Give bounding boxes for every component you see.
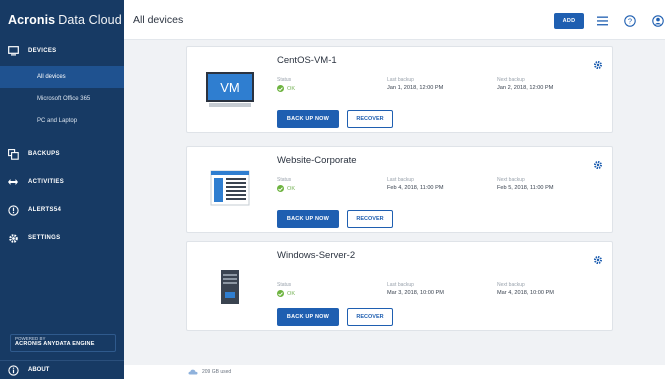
last-backup-label: Last backup — [387, 77, 414, 83]
device-name[interactable]: Windows-Server-2 — [277, 250, 355, 261]
status-label: Status — [277, 177, 292, 183]
next-backup-value: Mar 4, 2018, 10:00 PM — [497, 290, 554, 296]
device-name[interactable]: Website-Corporate — [277, 155, 357, 166]
devices-icon — [6, 44, 20, 58]
sidebar-item-label: ALERTS — [28, 207, 54, 213]
next-backup-label: Next backup — [497, 77, 525, 83]
sidebar-item-label: ABOUT — [28, 367, 50, 373]
sidebar: Acronis Data Cloud DEVICES All devices Mi… — [0, 0, 124, 379]
sidebar-subitem-all-devices[interactable]: All devices — [0, 66, 124, 88]
status-badge: OK — [277, 185, 295, 192]
list-view-icon[interactable] — [594, 13, 610, 29]
status-label: Status — [277, 282, 292, 288]
server-icon — [205, 268, 255, 306]
status-value: OK — [287, 290, 296, 297]
sidebar-item-devices[interactable]: DEVICES — [0, 40, 124, 62]
powered-by-badge: POWERED BY ACRONIS ANYDATA ENGINE — [10, 334, 116, 352]
activities-icon — [6, 175, 20, 189]
status-badge: OK — [277, 85, 295, 92]
recover-button[interactable]: RECOVER — [347, 308, 393, 326]
device-card: VM CentOS-VM-1 Status OK Last backup Jan… — [186, 46, 613, 133]
back-up-now-button[interactable]: BACK UP NOW — [277, 110, 339, 128]
storage-used: 209 GB used — [202, 369, 232, 375]
settings-icon — [6, 231, 20, 245]
help-icon[interactable]: ? — [622, 13, 638, 29]
back-up-now-button[interactable]: BACK UP NOW — [277, 210, 339, 228]
account-icon[interactable] — [650, 13, 665, 29]
website-icon — [205, 169, 255, 207]
last-backup-label: Last backup — [387, 177, 414, 183]
storage-footer: 209 GB used — [124, 365, 665, 379]
status-value: OK — [287, 185, 296, 192]
recover-button[interactable]: RECOVER — [347, 110, 393, 128]
sidebar-item-backups[interactable]: BACKUPS — [0, 140, 124, 168]
cloud-icon — [188, 369, 198, 375]
sidebar-item-settings[interactable]: SETTINGS — [0, 224, 124, 252]
alerts-icon — [6, 203, 20, 217]
backups-icon — [6, 147, 20, 161]
next-backup-label: Next backup — [497, 282, 525, 288]
device-name[interactable]: CentOS-VM-1 — [277, 55, 337, 66]
last-backup-value: Jan 1, 2018, 12:00 PM — [387, 85, 444, 91]
device-card: Website-Corporate Status OK Last backup … — [186, 146, 613, 233]
vm-label: VM — [220, 80, 240, 95]
gear-icon[interactable] — [593, 157, 603, 169]
check-icon — [277, 290, 284, 297]
last-backup-value: Feb 4, 2018, 11:00 PM — [387, 185, 444, 191]
top-bar: All devices ADD ? — [124, 0, 665, 40]
sidebar-item-label: SETTINGS — [28, 235, 61, 241]
sidebar-item-label: ACTIVITIES — [28, 179, 65, 185]
alerts-count-badge: 54 — [53, 207, 62, 213]
brand-name-bold: Acronis — [8, 13, 56, 27]
status-label: Status — [277, 77, 292, 83]
gear-icon[interactable] — [593, 57, 603, 69]
sidebar-item-about[interactable]: ABOUT — [0, 360, 124, 379]
next-backup-value: Jan 2, 2018, 12:00 PM — [497, 85, 554, 91]
brand-name-light: Data Cloud — [58, 13, 122, 27]
gear-icon[interactable] — [593, 252, 603, 264]
svg-text:?: ? — [628, 17, 632, 26]
sidebar-subitem-pc-laptop[interactable]: PC and Laptop — [0, 110, 124, 132]
last-backup-value: Mar 3, 2018, 10:00 PM — [387, 290, 444, 296]
add-button[interactable]: ADD — [554, 13, 584, 29]
sidebar-item-label: DEVICES — [28, 48, 57, 54]
sidebar-item-activities[interactable]: ACTIVITIES — [0, 168, 124, 196]
next-backup-value: Feb 5, 2018, 11:00 PM — [497, 185, 554, 191]
next-backup-label: Next backup — [497, 177, 525, 183]
recover-button[interactable]: RECOVER — [347, 210, 393, 228]
sidebar-subitem-office365[interactable]: Microsoft Office 365 — [0, 88, 124, 110]
sidebar-item-alerts[interactable]: ALERTS 54 — [0, 196, 124, 224]
devices-list: VM CentOS-VM-1 Status OK Last backup Jan… — [124, 40, 665, 365]
vm-icon: VM — [205, 71, 255, 109]
check-icon — [277, 85, 284, 92]
check-icon — [277, 185, 284, 192]
info-icon — [6, 363, 20, 377]
sidebar-item-label: BACKUPS — [28, 151, 60, 157]
powered-by-line2: ACRONIS ANYDATA ENGINE — [15, 340, 95, 347]
status-badge: OK — [277, 290, 295, 297]
back-up-now-button[interactable]: BACK UP NOW — [277, 308, 339, 326]
brand-logo[interactable]: Acronis Data Cloud — [0, 0, 124, 40]
device-card: Windows-Server-2 Status OK Last backup M… — [186, 241, 613, 331]
status-value: OK — [287, 85, 296, 92]
page-title: All devices — [133, 13, 184, 26]
last-backup-label: Last backup — [387, 282, 414, 288]
